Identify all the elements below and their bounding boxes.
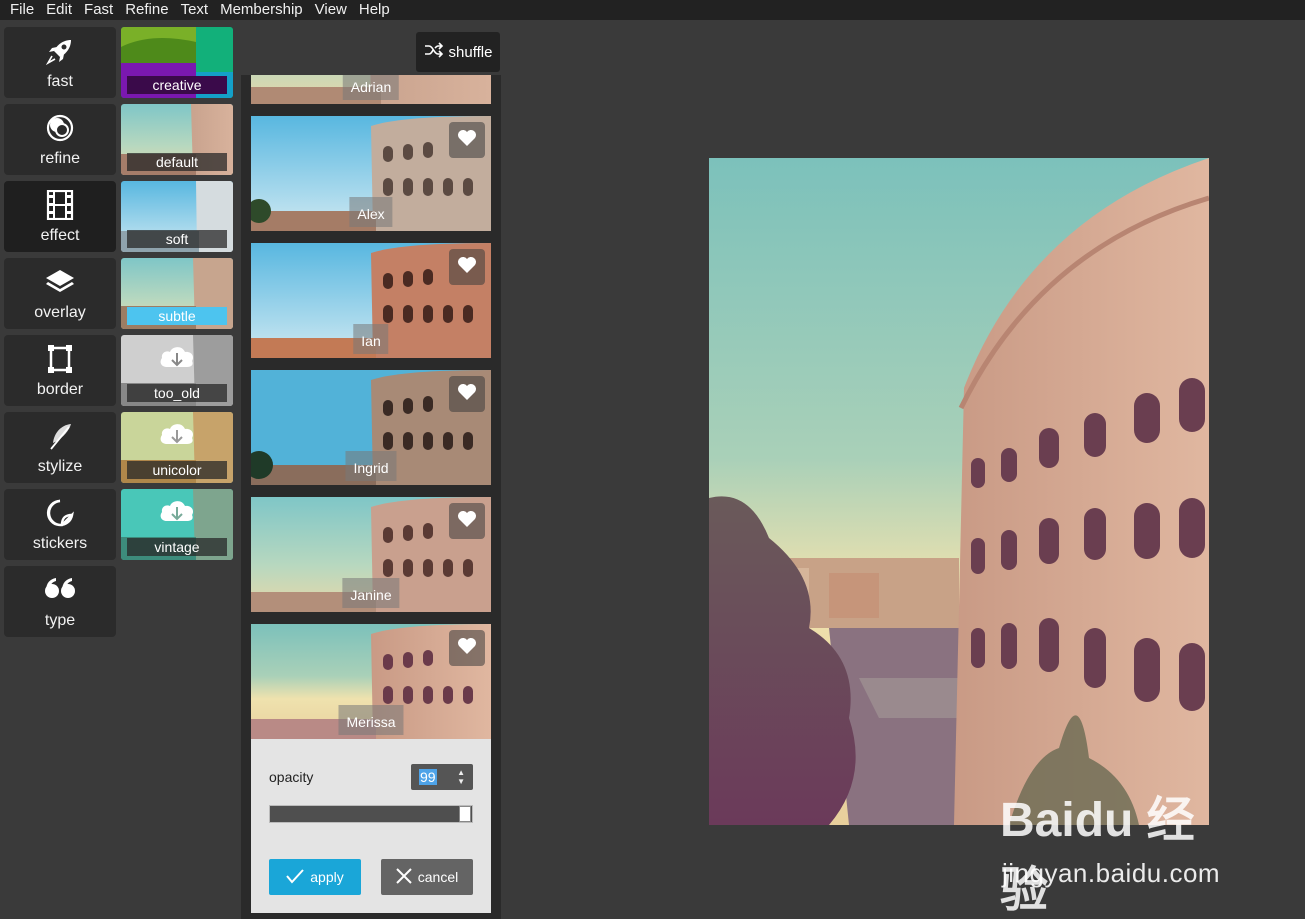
heart-icon — [457, 383, 477, 406]
tool-fast[interactable]: fast — [4, 27, 116, 98]
effect-name: Ian — [353, 324, 389, 354]
opacity-slider-handle[interactable] — [459, 806, 471, 822]
category-label: subtle — [127, 307, 227, 325]
effect-name: Alex — [349, 197, 393, 227]
menu-file[interactable]: File — [4, 0, 40, 20]
heart-icon — [457, 637, 477, 660]
favorite-button[interactable] — [449, 376, 485, 412]
tool-label: refine — [39, 150, 81, 167]
category-too-old[interactable]: too_old — [121, 335, 233, 406]
menu-edit[interactable]: Edit — [40, 0, 78, 20]
watermark-url: jingyan.baidu.com — [1002, 858, 1221, 888]
menu-help[interactable]: Help — [353, 0, 396, 20]
effect-name: Janine — [342, 578, 400, 608]
category-unicolor[interactable]: unicolor — [121, 412, 233, 483]
category-label: too_old — [127, 384, 227, 402]
tool-sidebar: fast refine effect overlay border styliz… — [4, 27, 116, 643]
watermark-logo: Baidu 经验 — [1000, 794, 1195, 917]
tool-stylize[interactable]: stylize — [4, 412, 116, 483]
cancel-button[interactable]: cancel — [381, 859, 473, 895]
check-icon — [286, 868, 305, 887]
layers-icon — [44, 266, 76, 298]
category-subtle[interactable]: subtle — [121, 258, 233, 329]
category-label: default — [127, 153, 227, 171]
effect-card-ian[interactable]: Ian — [251, 243, 491, 358]
menu-refine[interactable]: Refine — [119, 0, 174, 20]
tool-refine[interactable]: refine — [4, 104, 116, 175]
heart-icon — [457, 129, 477, 152]
category-label: unicolor — [127, 461, 227, 479]
cloud-download-icon — [157, 497, 197, 530]
tool-type[interactable]: type — [4, 566, 116, 637]
spinner-arrows-icon[interactable]: ▲ ▼ — [457, 768, 465, 786]
shuffle-icon — [424, 42, 444, 62]
heart-icon — [457, 256, 477, 279]
apply-button[interactable]: apply — [269, 859, 361, 895]
tool-label: stylize — [37, 458, 83, 475]
frame-icon — [44, 343, 76, 375]
effect-category-list: creative default soft subtle too_old uni… — [121, 27, 233, 566]
photo-canvas[interactable] — [709, 158, 1209, 825]
cancel-label: cancel — [417, 869, 459, 885]
menu-bar: File Edit Fast Refine Text Membership Vi… — [0, 0, 1305, 20]
rocket-icon — [44, 35, 76, 67]
category-default[interactable]: default — [121, 104, 233, 175]
category-creative[interactable]: creative — [121, 27, 233, 98]
tool-stickers[interactable]: stickers — [4, 489, 116, 560]
favorite-button[interactable] — [449, 630, 485, 666]
tool-label: border — [36, 381, 84, 398]
close-icon — [396, 867, 412, 887]
effect-card-merissa[interactable]: Merissa — [251, 624, 491, 739]
opacity-panel: opacity 99 ▲ ▼ apply cancel — [251, 739, 491, 913]
category-label: soft — [127, 230, 227, 248]
baidu-watermark: Baidu 经验 jingyan.baidu.com — [1000, 780, 1240, 917]
tool-label: stickers — [32, 535, 88, 552]
menu-membership[interactable]: Membership — [214, 0, 309, 20]
tool-label: overlay — [34, 304, 86, 321]
effect-name: Merissa — [338, 705, 404, 735]
tool-label: fast — [47, 73, 73, 90]
tool-label: type — [44, 612, 76, 629]
shuffle-label: shuffle — [448, 43, 493, 61]
cloud-download-icon — [157, 420, 197, 453]
menu-view[interactable]: View — [309, 0, 353, 20]
opacity-label: opacity — [269, 769, 314, 785]
menu-fast[interactable]: Fast — [78, 0, 119, 20]
tool-effect[interactable]: effect — [4, 181, 116, 252]
apply-label: apply — [310, 869, 344, 885]
effect-card-alex[interactable]: Alex — [251, 116, 491, 231]
film-strip-icon — [44, 189, 76, 221]
menu-text[interactable]: Text — [175, 0, 215, 20]
category-label: creative — [127, 76, 227, 94]
shuffle-button[interactable]: shuffle — [416, 32, 500, 72]
effect-name: Ingrid — [345, 451, 397, 481]
tool-label: effect — [40, 227, 80, 244]
quote-icon — [44, 574, 76, 606]
favorite-button[interactable] — [449, 503, 485, 539]
tool-overlay[interactable]: overlay — [4, 258, 116, 329]
category-label: vintage — [127, 538, 227, 556]
cloud-download-icon — [157, 343, 197, 376]
feather-icon — [44, 420, 76, 452]
opacity-stepper[interactable]: 99 ▲ ▼ — [411, 764, 473, 790]
opacity-value[interactable]: 99 — [419, 769, 437, 785]
favorite-button[interactable] — [449, 249, 485, 285]
category-soft[interactable]: soft — [121, 181, 233, 252]
effect-card-ingrid[interactable]: Ingrid — [251, 370, 491, 485]
heart-icon — [457, 510, 477, 533]
effect-card-adrian[interactable]: Adrian — [251, 75, 491, 104]
category-vintage[interactable]: vintage — [121, 489, 233, 560]
refine-circles-icon — [44, 112, 76, 144]
sticker-icon — [44, 497, 76, 529]
effect-card-janine[interactable]: Janine — [251, 497, 491, 612]
favorite-button[interactable] — [449, 122, 485, 158]
tool-border[interactable]: border — [4, 335, 116, 406]
opacity-slider[interactable] — [269, 805, 473, 823]
effect-name: Adrian — [342, 75, 400, 100]
